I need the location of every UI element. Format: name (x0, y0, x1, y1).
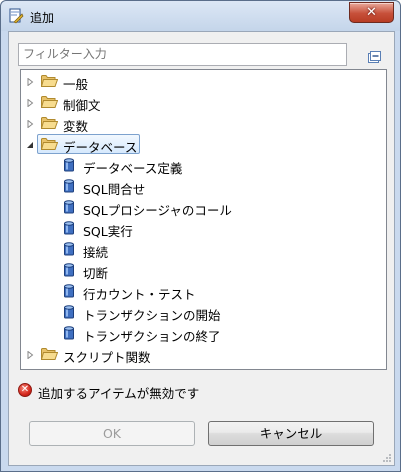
collapse-all-icon[interactable] (367, 50, 381, 64)
tree-item-label: 接続 (83, 245, 109, 260)
add-dialog-window: 追加 ✕ 一般制御文変数データベースデータベース定義 SQL問合せ SQLプロシージ… (0, 0, 401, 472)
database-icon (64, 305, 74, 319)
tree-item-label: トランザクションの終了 (83, 329, 221, 344)
close-button[interactable]: ✕ (349, 2, 394, 23)
database-icon (64, 200, 74, 214)
tree-item-label: 一般 (63, 77, 89, 92)
status-message: ✕ 追加するアイテムが無効です (18, 382, 378, 401)
database-icon (64, 158, 74, 172)
open-folder-icon (41, 138, 58, 150)
tree-folder-row[interactable]: 変数 (21, 113, 386, 134)
resize-grip-icon[interactable] (382, 453, 392, 463)
tree-item-label: 行カウント・テスト (83, 287, 196, 302)
tree-folder-row[interactable]: スクリプト関数 (21, 344, 386, 365)
database-icon (64, 284, 74, 298)
tree-folder-row[interactable]: 制御文 (21, 92, 386, 113)
error-icon: ✕ (18, 383, 32, 397)
ok-button[interactable]: OK (29, 421, 195, 446)
database-icon (64, 221, 74, 235)
tree-item-label: スクリプト関数 (63, 350, 151, 365)
tree-item-row[interactable]: SQLプロシージャのコール (21, 197, 386, 218)
window-title: 追加 (30, 11, 55, 25)
tree-item-label: 切断 (83, 266, 109, 281)
tree-item-label: データベース定義 (83, 161, 183, 176)
collapsed-arrow-icon[interactable] (26, 351, 34, 359)
folder-icon (41, 96, 58, 108)
folder-icon (41, 117, 58, 129)
tree-item-row[interactable]: SQL実行 (21, 218, 386, 239)
tree-item-row[interactable]: SQL問合せ (21, 176, 386, 197)
tree-item-row[interactable]: データベース定義 (21, 155, 386, 176)
tree-item-label: 制御文 (63, 98, 101, 113)
tree-item-label: SQLプロシージャのコール (83, 203, 232, 218)
folder-icon (41, 75, 58, 87)
tree-folder-row[interactable]: データベース (21, 134, 386, 155)
tree-item-row[interactable]: 接続 (21, 239, 386, 260)
filter-input[interactable] (19, 44, 346, 63)
cancel-button[interactable]: キャンセル (208, 421, 374, 446)
database-icon (64, 242, 74, 256)
tree-item-label: SQL実行 (83, 224, 133, 239)
tree-folder-row[interactable]: 一般 (21, 71, 386, 92)
collapsed-arrow-icon[interactable] (26, 99, 34, 107)
database-icon (64, 179, 74, 193)
close-icon: ✕ (366, 5, 377, 20)
database-icon (64, 326, 74, 340)
filter-field[interactable] (18, 43, 347, 66)
expanded-arrow-icon[interactable] (26, 141, 34, 149)
app-icon (9, 8, 24, 24)
item-tree[interactable]: 一般制御文変数データベースデータベース定義 SQL問合せ SQLプロシージャのコール… (20, 69, 387, 370)
tree-item-label: トランザクションの開始 (83, 308, 221, 323)
tree-item-label: データベース (63, 140, 138, 155)
tree-item-label: 変数 (63, 119, 89, 134)
folder-icon (41, 348, 58, 360)
status-text: 追加するアイテムが無効です (38, 386, 200, 401)
tree-item-row[interactable]: トランザクションの終了 (21, 323, 386, 344)
dialog-client-area: 一般制御文変数データベースデータベース定義 SQL問合せ SQLプロシージャのコール… (8, 31, 395, 466)
title-bar[interactable]: 追加 ✕ (1, 1, 400, 31)
collapsed-arrow-icon[interactable] (26, 78, 34, 86)
tree-item-row[interactable]: トランザクションの開始 (21, 302, 386, 323)
tree-item-row[interactable]: 切断 (21, 260, 386, 281)
collapsed-arrow-icon[interactable] (26, 120, 34, 128)
tree-item-row[interactable]: 行カウント・テスト (21, 281, 386, 302)
database-icon (64, 263, 74, 277)
tree-item-label: SQL問合せ (83, 182, 146, 197)
